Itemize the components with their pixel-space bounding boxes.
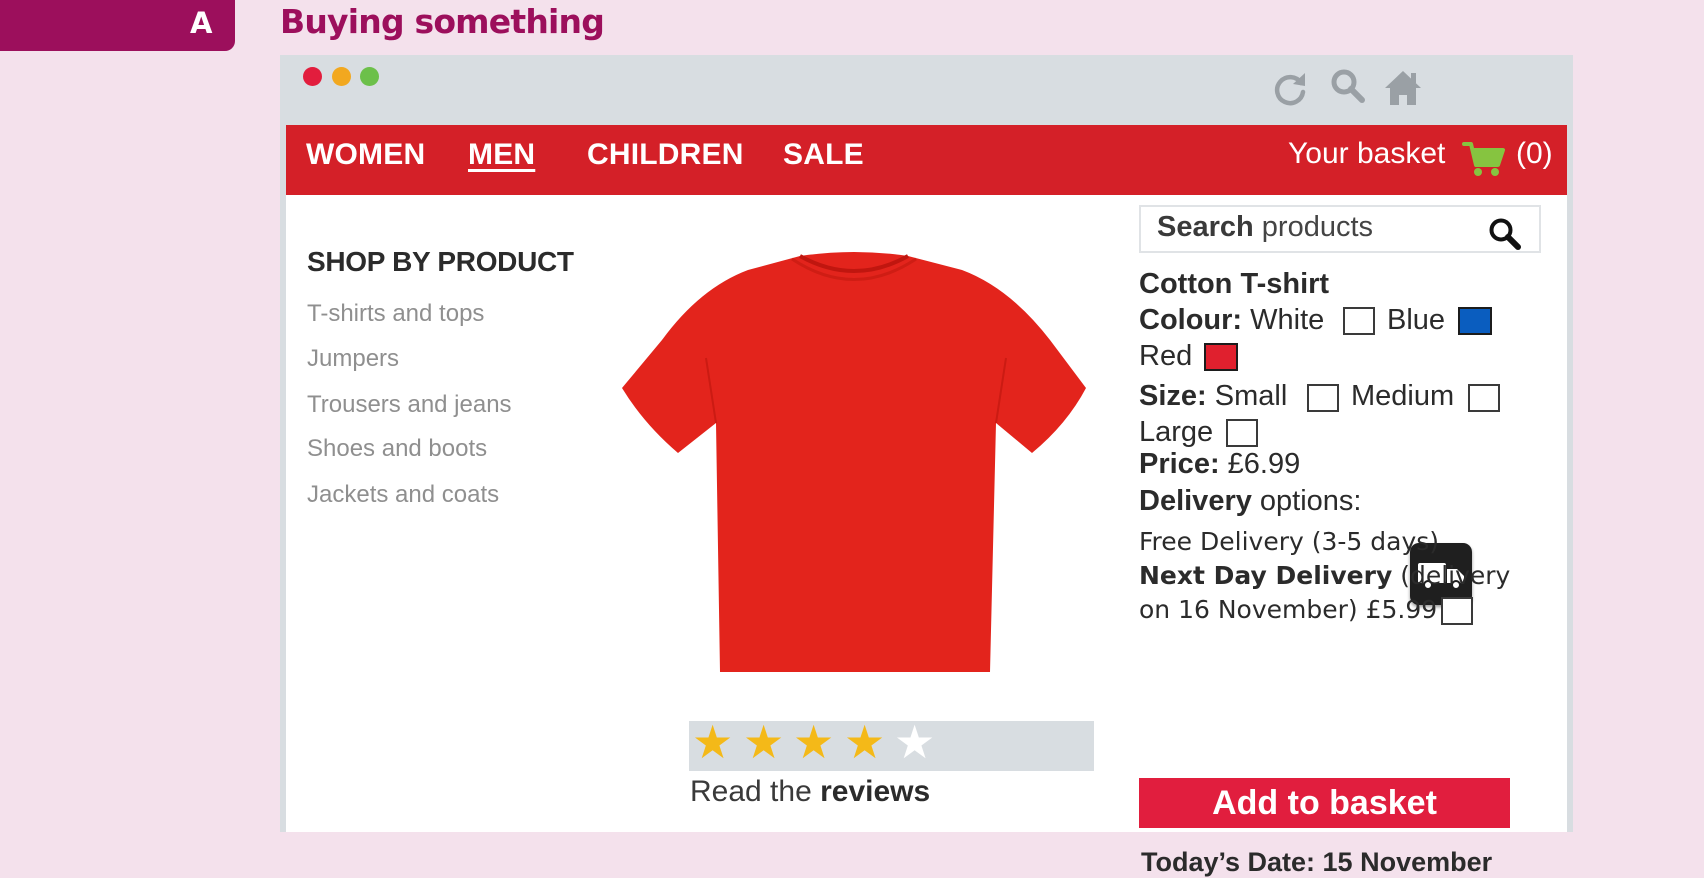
star-filled-icon: ★ [844, 715, 886, 769]
size-large-checkbox[interactable] [1226, 419, 1258, 447]
next-day-rest: (delivery [1400, 561, 1511, 590]
delivery-rest: options: [1259, 485, 1362, 517]
size-option-large: Large [1139, 416, 1214, 448]
shop-by-product-heading: SHOP BY PRODUCT [307, 246, 574, 277]
star-filled-icon: ★ [793, 715, 835, 769]
delivery-label: Delivery [1139, 485, 1252, 517]
next-day-bold: Next Day Delivery [1139, 561, 1393, 590]
category-link[interactable]: Trousers and jeans [307, 391, 512, 419]
colour-blue-swatch[interactable] [1458, 307, 1492, 335]
web-page: WOMEN MEN CHILDREN SALE Your basket (0) … [286, 125, 1567, 877]
colour-option-red: Red [1139, 340, 1193, 372]
basket-cart-icon[interactable] [1462, 139, 1506, 179]
nav-item-men[interactable]: MEN [468, 138, 535, 172]
colour-option-blue: Blue [1387, 304, 1446, 336]
size-option-medium: Medium [1351, 380, 1455, 412]
price-label: Price: [1139, 448, 1220, 480]
size-medium-checkbox[interactable] [1468, 384, 1500, 412]
product-name-text: Cotton T-shirt [1139, 268, 1330, 300]
todays-date: Today’s Date: 15 November [1141, 847, 1492, 878]
reviews-prefix: Read the [690, 775, 821, 808]
next-day-delivery-line2: on 16 November) £5.99 [1139, 595, 1438, 624]
product-name: Cotton T-shirt [1139, 268, 1329, 301]
search-placeholder: Search products [1157, 211, 1373, 244]
colour-option-white: White [1250, 304, 1325, 336]
size-label: Size: [1139, 380, 1207, 412]
tshirt-image [622, 252, 1086, 672]
category-link[interactable]: Shoes and boots [307, 435, 487, 463]
next-day-delivery-checkbox[interactable] [1441, 597, 1473, 625]
colour-red-swatch[interactable] [1204, 343, 1238, 371]
todays-date-text: Today’s Date: 15 November [1141, 847, 1493, 877]
basket-count[interactable]: (0) [1516, 137, 1553, 171]
nav-item-women[interactable]: WOMEN [306, 138, 425, 172]
section-letter: A [190, 6, 213, 40]
star-filled-icon: ★ [692, 715, 734, 769]
search-placeholder-rest: products [1253, 211, 1374, 243]
next-day-delivery-line1: Next Day Delivery (delivery [1139, 561, 1510, 590]
browser-window: WOMEN MEN CHILDREN SALE Your basket (0) … [280, 55, 1573, 877]
section-tab: A [0, 0, 235, 51]
free-delivery-option: Free Delivery (3-5 days) [1139, 527, 1440, 556]
price-row: Price: £6.99 [1139, 448, 1300, 481]
top-nav: WOMEN MEN CHILDREN SALE Your basket (0) [286, 125, 1567, 195]
category-link[interactable]: T-shirts and tops [307, 300, 484, 328]
star-filled-icon: ★ [743, 715, 785, 769]
nav-item-sale[interactable]: SALE [783, 138, 864, 172]
search-placeholder-bold: Search [1157, 211, 1254, 243]
basket-label[interactable]: Your basket [1288, 137, 1445, 171]
add-to-basket-button[interactable]: Add to basket [1139, 778, 1510, 828]
colour-white-checkbox[interactable] [1343, 307, 1375, 335]
colour-row: Colour: White [1139, 304, 1324, 337]
window-minimize-dot[interactable] [332, 67, 351, 86]
search-icon[interactable] [1328, 67, 1368, 107]
size-small-checkbox[interactable] [1307, 384, 1339, 412]
size-row: Size: Small [1139, 380, 1287, 413]
colour-label: Colour: [1139, 304, 1243, 336]
category-link[interactable]: Jackets and coats [307, 481, 499, 509]
reviews-link[interactable]: Read the reviews [690, 775, 930, 809]
home-icon[interactable] [1382, 67, 1424, 109]
price-value: £6.99 [1227, 448, 1301, 480]
search-input[interactable]: Search products [1139, 205, 1541, 253]
window-maximize-dot[interactable] [360, 67, 379, 86]
category-link[interactable]: Jumpers [307, 345, 399, 373]
refresh-icon[interactable] [1270, 67, 1310, 107]
window-close-dot[interactable] [303, 67, 322, 86]
delivery-row: Delivery options: [1139, 485, 1362, 518]
size-option-small: Small [1214, 380, 1288, 412]
reviews-bold: reviews [820, 775, 931, 808]
search-icon[interactable] [1487, 216, 1523, 252]
star-empty-icon: ★ [894, 715, 936, 769]
rating-bar[interactable]: ★ ★ ★ ★ ★ [689, 715, 1094, 771]
nav-item-children[interactable]: CHILDREN [587, 138, 744, 172]
section-title: Buying something [280, 2, 605, 41]
